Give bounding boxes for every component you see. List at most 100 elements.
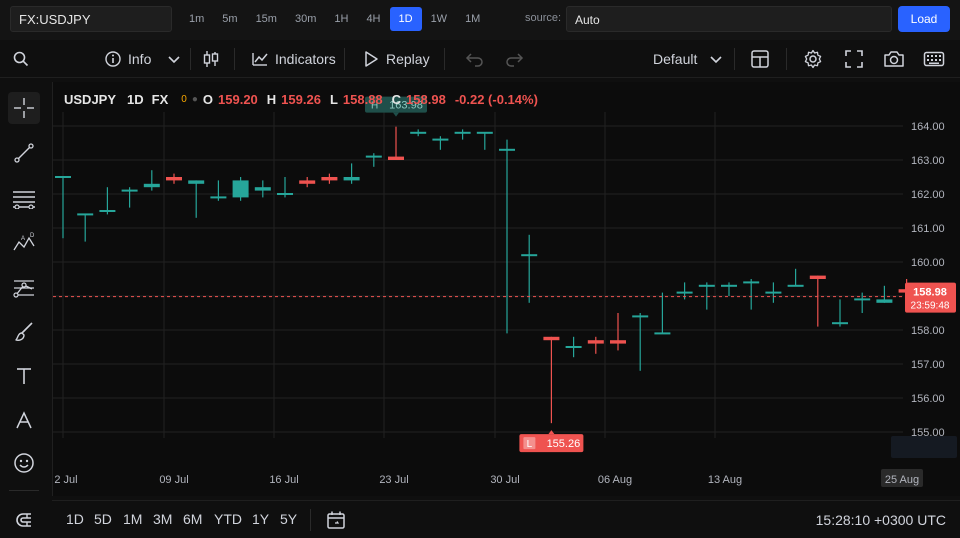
fullscreen-button[interactable] <box>844 40 864 78</box>
redo-button[interactable] <box>504 40 526 78</box>
legend-c-value: 158.98 <box>406 92 446 107</box>
indicators-icon <box>251 50 269 68</box>
range-5d[interactable]: 5D <box>94 511 112 527</box>
legend-l-value: 158.88 <box>342 92 383 107</box>
crosshair-tool[interactable] <box>8 92 40 124</box>
horizontal-lines-icon <box>12 187 36 209</box>
undo-icon <box>463 50 485 68</box>
timeframe-1h[interactable]: 1H <box>325 7 357 31</box>
layout-label: Default <box>653 51 698 67</box>
chart-type-button[interactable] <box>202 40 220 78</box>
trend-line-tool[interactable] <box>8 137 40 169</box>
toolbar-divider <box>444 48 445 70</box>
info-label: Info <box>128 51 152 67</box>
play-icon <box>362 50 380 68</box>
fullscreen-icon <box>844 49 864 69</box>
toolbar-divider <box>9 490 39 491</box>
symbol-input[interactable]: FX:USDJPY <box>10 6 172 32</box>
search-icon <box>12 50 30 68</box>
timeframe-1m[interactable]: 1m <box>180 7 213 31</box>
forecast-icon <box>12 277 36 299</box>
toolbar-divider <box>310 509 311 531</box>
ohlc-legend: USDJPY 1D FX 0 ● O 159.20 H 159.26 L 158… <box>64 92 538 107</box>
legend-o-label: O <box>202 92 214 107</box>
svg-text:A: A <box>21 236 25 242</box>
legend-l-label: L <box>329 92 338 107</box>
layout-select[interactable]: Default <box>653 40 723 78</box>
source-label: source: <box>525 12 562 24</box>
timeframe-15m[interactable]: 15m <box>247 7 286 31</box>
brush-icon <box>13 321 35 343</box>
timeframe-30m[interactable]: 30m <box>286 7 325 31</box>
timeframe-4h[interactable]: 4H <box>357 7 389 31</box>
legend-h-label: H <box>266 92 277 107</box>
toolbar-divider <box>734 48 735 70</box>
range-1m[interactable]: 1M <box>123 511 142 527</box>
range-1d[interactable]: 1D <box>66 511 84 527</box>
brush-tool[interactable] <box>8 316 40 348</box>
range-5y[interactable]: 5Y <box>280 511 297 527</box>
keyboard-button[interactable] <box>923 40 945 78</box>
bottom-bar: 1D 5D 1M 3M 6M YTD 1Y 5Y 15:28:10 +0300 … <box>52 500 960 538</box>
magnet-tool[interactable] <box>8 504 40 536</box>
source-input[interactable]: Auto <box>566 6 892 32</box>
toolbar-divider <box>344 48 345 70</box>
load-button[interactable]: Load <box>898 6 950 32</box>
camera-icon <box>883 49 905 69</box>
trend-line-icon <box>13 142 35 164</box>
legend-symbol: USDJPY <box>64 92 117 107</box>
legend-interval: 1D <box>127 92 144 107</box>
search-button[interactable] <box>12 40 30 78</box>
info-icon <box>104 50 122 68</box>
timeframe-1mo[interactable]: 1M <box>456 7 489 31</box>
range-ytd[interactable]: YTD <box>214 511 242 527</box>
legend-h-value: 159.26 <box>281 92 321 107</box>
legend-change: -0.22 (-0.14%) <box>454 92 538 107</box>
undo-button[interactable] <box>463 40 485 78</box>
forecasting-tool[interactable] <box>8 272 40 304</box>
chart-pane[interactable] <box>52 82 960 496</box>
clock: 15:28:10 +0300 UTC <box>815 512 946 528</box>
crosshair-icon <box>13 97 35 119</box>
svg-text:D: D <box>30 233 35 239</box>
goto-date-button[interactable] <box>326 510 346 530</box>
layout-icon <box>750 49 770 69</box>
range-3m[interactable]: 3M <box>153 511 172 527</box>
drawing-toolbar: AD <box>0 80 48 538</box>
text-icon <box>14 366 34 386</box>
calendar-icon <box>326 510 346 530</box>
pattern-icon: AD <box>12 232 36 254</box>
settings-button[interactable] <box>803 40 823 78</box>
magnet-icon <box>13 509 35 531</box>
chevron-down-icon <box>167 52 181 66</box>
chart-toolbar: Info Indicators Replay Default <box>0 40 960 78</box>
emoji-tool[interactable] <box>8 447 40 479</box>
range-6m[interactable]: 6M <box>183 511 202 527</box>
candlestick-icon <box>202 49 220 69</box>
info-button[interactable]: Info <box>104 40 181 78</box>
range-1y[interactable]: 1Y <box>252 511 269 527</box>
toolbar-divider <box>190 48 191 70</box>
letter-a-icon <box>14 410 34 430</box>
legend-o-value: 159.20 <box>218 92 258 107</box>
keyboard-icon <box>923 50 945 68</box>
indicators-label: Indicators <box>275 51 336 67</box>
screenshot-button[interactable] <box>883 40 905 78</box>
timeframe-5m[interactable]: 5m <box>213 7 246 31</box>
legend-c-label: C <box>391 92 402 107</box>
indicators-button[interactable]: Indicators <box>251 40 336 78</box>
timeframe-1w[interactable]: 1W <box>422 7 457 31</box>
annotation-tool[interactable] <box>8 404 40 436</box>
legend-separator-dot: ● <box>191 94 198 105</box>
toolbar-divider <box>234 48 235 70</box>
pattern-tool[interactable]: AD <box>8 227 40 259</box>
horizontal-lines-tool[interactable] <box>8 182 40 214</box>
chevron-down-icon <box>709 52 723 66</box>
layout-grid-button[interactable] <box>750 40 770 78</box>
legend-exchange: FX <box>151 92 169 107</box>
top-bar: FX:USDJPY 1m 5m 15m 30m 1H 4H 1D 1W 1M s… <box>0 0 960 40</box>
replay-button[interactable]: Replay <box>362 40 430 78</box>
text-tool[interactable] <box>8 360 40 392</box>
legend-status-dot: 0 <box>181 94 187 105</box>
timeframe-1d[interactable]: 1D <box>389 7 422 31</box>
